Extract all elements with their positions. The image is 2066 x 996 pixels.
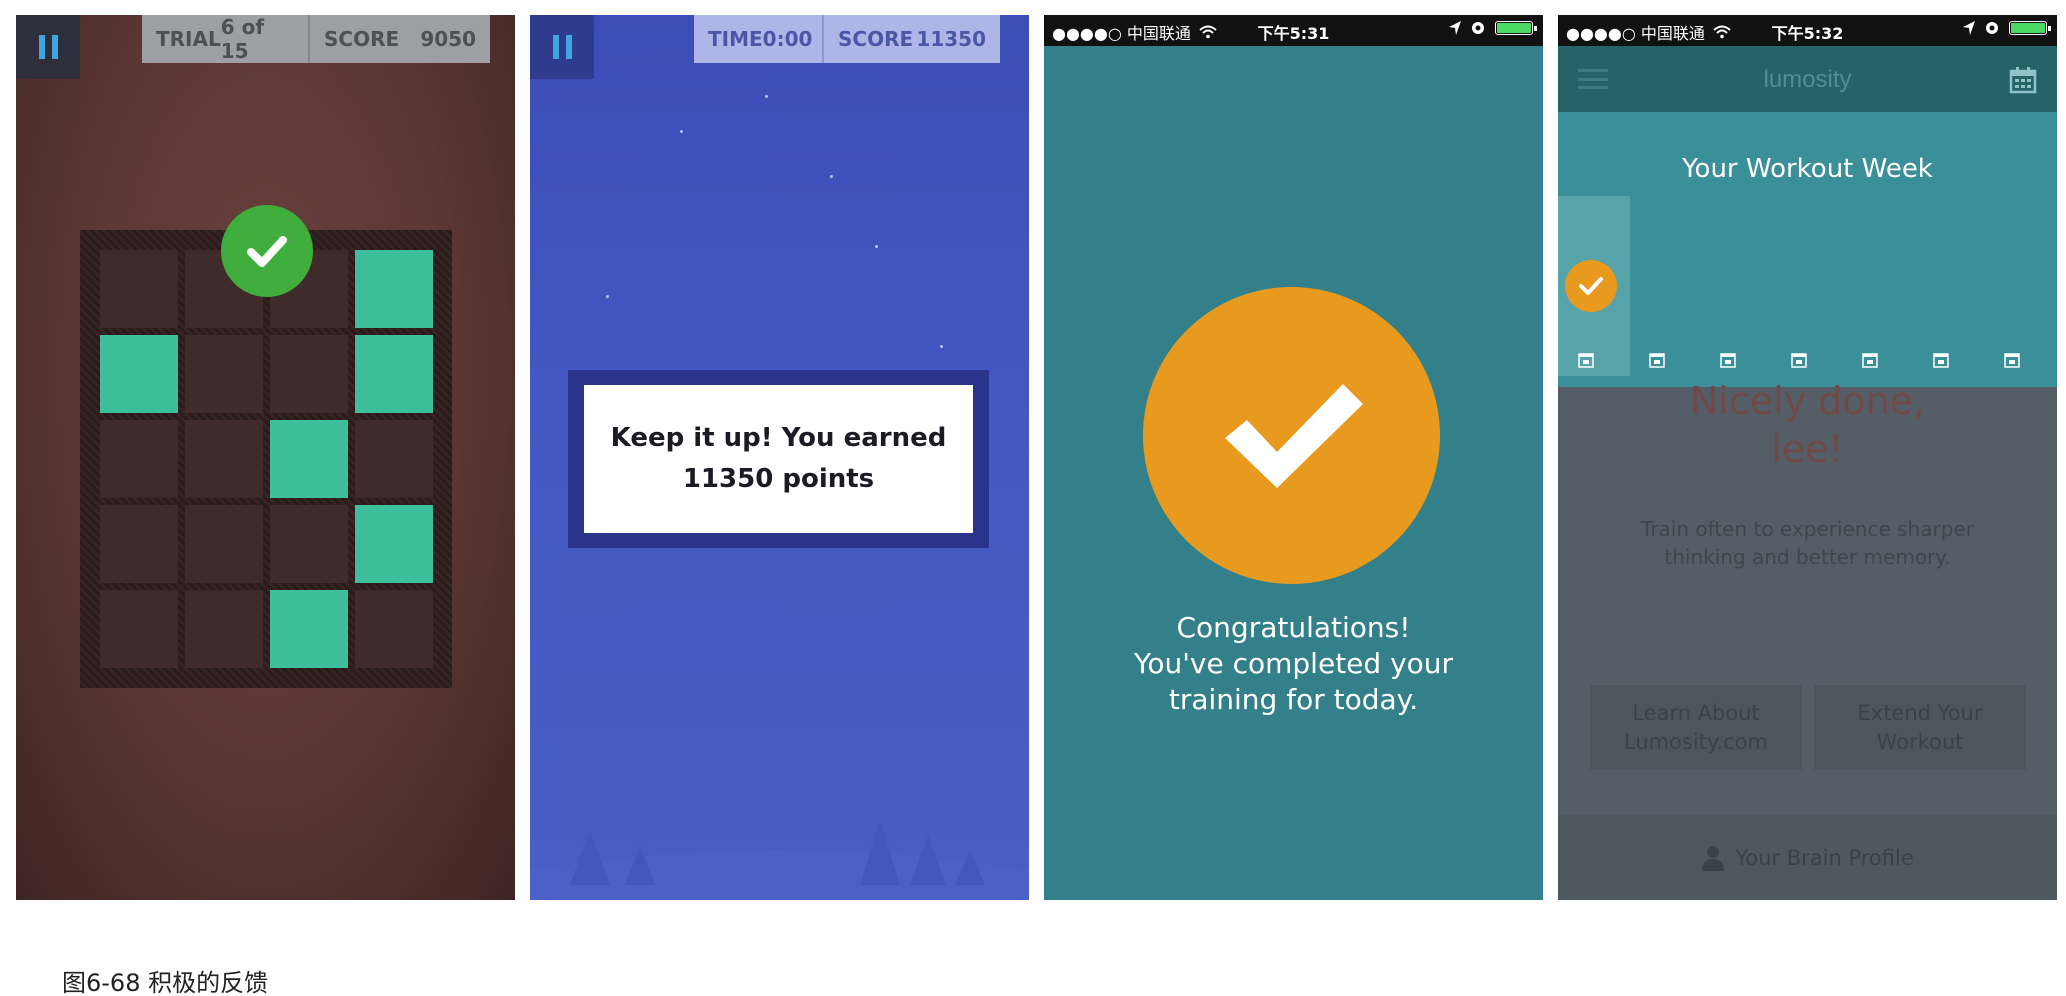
star: [606, 295, 609, 298]
status-bar: ●●●●○ 中国联通 下午5:31: [1044, 15, 1543, 46]
grid-tile[interactable]: [270, 335, 348, 413]
grid-tile[interactable]: [185, 590, 263, 668]
grid-tile[interactable]: [185, 505, 263, 583]
pause-icon: [38, 35, 45, 59]
star: [680, 130, 683, 133]
correct-feedback-badge: [221, 205, 313, 297]
person-icon: [1702, 845, 1725, 871]
game-hud: TRIAL 6 of 15 SCORE 9050: [142, 15, 490, 63]
grid-tile-active[interactable]: [355, 250, 433, 328]
learn-about-button[interactable]: Learn About Lumosity.com: [1590, 685, 1802, 770]
score-counter: SCORE 11350: [838, 27, 986, 51]
day-completed-badge: [1565, 260, 1617, 312]
week-title: Your Workout Week: [1682, 154, 1933, 184]
grid-tile[interactable]: [100, 590, 178, 668]
tree-silhouette-decoration: [530, 820, 1029, 900]
pause-button[interactable]: [530, 15, 594, 79]
status-bar: ●●●●○ 中国联通 下午5:32: [1558, 15, 2057, 46]
grid-tile[interactable]: [185, 335, 263, 413]
star: [765, 95, 768, 98]
grid-tile[interactable]: [100, 505, 178, 583]
message-line: Keep it up! You earned: [610, 423, 947, 453]
memory-grid: [80, 230, 452, 688]
day-calendar-icon: [2004, 353, 2020, 368]
score-feedback-screen: TIME 0:00 SCORE 11350 Keep it up! You ea…: [530, 15, 1029, 900]
star: [940, 345, 943, 348]
checkmark-icon: [247, 236, 287, 267]
day-calendar-icon: [1720, 353, 1736, 368]
calendar-icon[interactable]: [2009, 66, 2037, 94]
score-message-dialog: Keep it up! You earned 11350 points: [568, 370, 989, 548]
pause-button[interactable]: [16, 15, 80, 79]
grid-tile[interactable]: [270, 505, 348, 583]
checkmark-icon: [1579, 277, 1603, 295]
grid-tile[interactable]: [100, 250, 178, 328]
congratulations-message: Congratulations! You've completed your t…: [1133, 611, 1454, 716]
app-header: lumosity: [1558, 46, 2057, 144]
workout-week-screen: ●●●●○ 中国联通 下午5:32 lumosity Your Workout …: [1558, 15, 2057, 900]
brain-profile-link[interactable]: Your Brain Profile: [1558, 815, 2057, 900]
completion-badge: [1143, 287, 1440, 584]
grid-tile[interactable]: [185, 420, 263, 498]
score-counter: SCORE 9050: [324, 27, 476, 51]
extend-workout-button[interactable]: Extend Your Workout: [1814, 685, 2026, 770]
alarm-icon: [1986, 22, 1998, 34]
workout-week-panel: Your Workout Week: [1558, 112, 2057, 387]
day-calendar-icon: [1862, 353, 1878, 368]
battery-icon: [2009, 21, 2051, 35]
grid-tile[interactable]: [355, 420, 433, 498]
time-counter: TIME 0:00: [694, 15, 824, 63]
star: [830, 175, 833, 178]
training-tip: Train often to experience sharper thinki…: [1641, 517, 1974, 569]
star: [875, 245, 878, 248]
day-calendar-icon: [1578, 353, 1594, 368]
alarm-icon: [1472, 22, 1484, 34]
greeting-message: Nicely done, lee!: [1689, 379, 1926, 471]
memory-game-screen: TRIAL 6 of 15 SCORE 9050: [16, 15, 515, 900]
day-calendar-icon: [1649, 353, 1665, 368]
grid-tile-active[interactable]: [355, 335, 433, 413]
points-earned: 11350 points: [682, 464, 875, 494]
grid-tile-active[interactable]: [355, 505, 433, 583]
pause-icon: [552, 35, 559, 59]
grid-tile-active[interactable]: [270, 590, 348, 668]
training-complete-screen: ●●●●○ 中国联通 下午5:31 Congratulations! You'v…: [1044, 15, 1543, 900]
battery-icon: [1495, 21, 1537, 35]
location-icon: [1449, 21, 1461, 35]
grid-tile-active[interactable]: [100, 335, 178, 413]
brand-logo: lumosity: [1763, 66, 1852, 93]
grid-tile-active[interactable]: [270, 420, 348, 498]
checkmark-icon: [1224, 383, 1363, 488]
day-calendar-icon: [1933, 353, 1949, 368]
day-calendar-icon: [1791, 353, 1807, 368]
trial-counter: TRIAL 6 of 15: [142, 15, 310, 63]
game-hud: TIME 0:00 SCORE 11350: [694, 15, 1000, 63]
figure-caption: 图6-68 积极的反馈: [62, 969, 269, 996]
location-icon: [1963, 21, 1975, 35]
grid-tile[interactable]: [100, 420, 178, 498]
grid-tile[interactable]: [355, 590, 433, 668]
